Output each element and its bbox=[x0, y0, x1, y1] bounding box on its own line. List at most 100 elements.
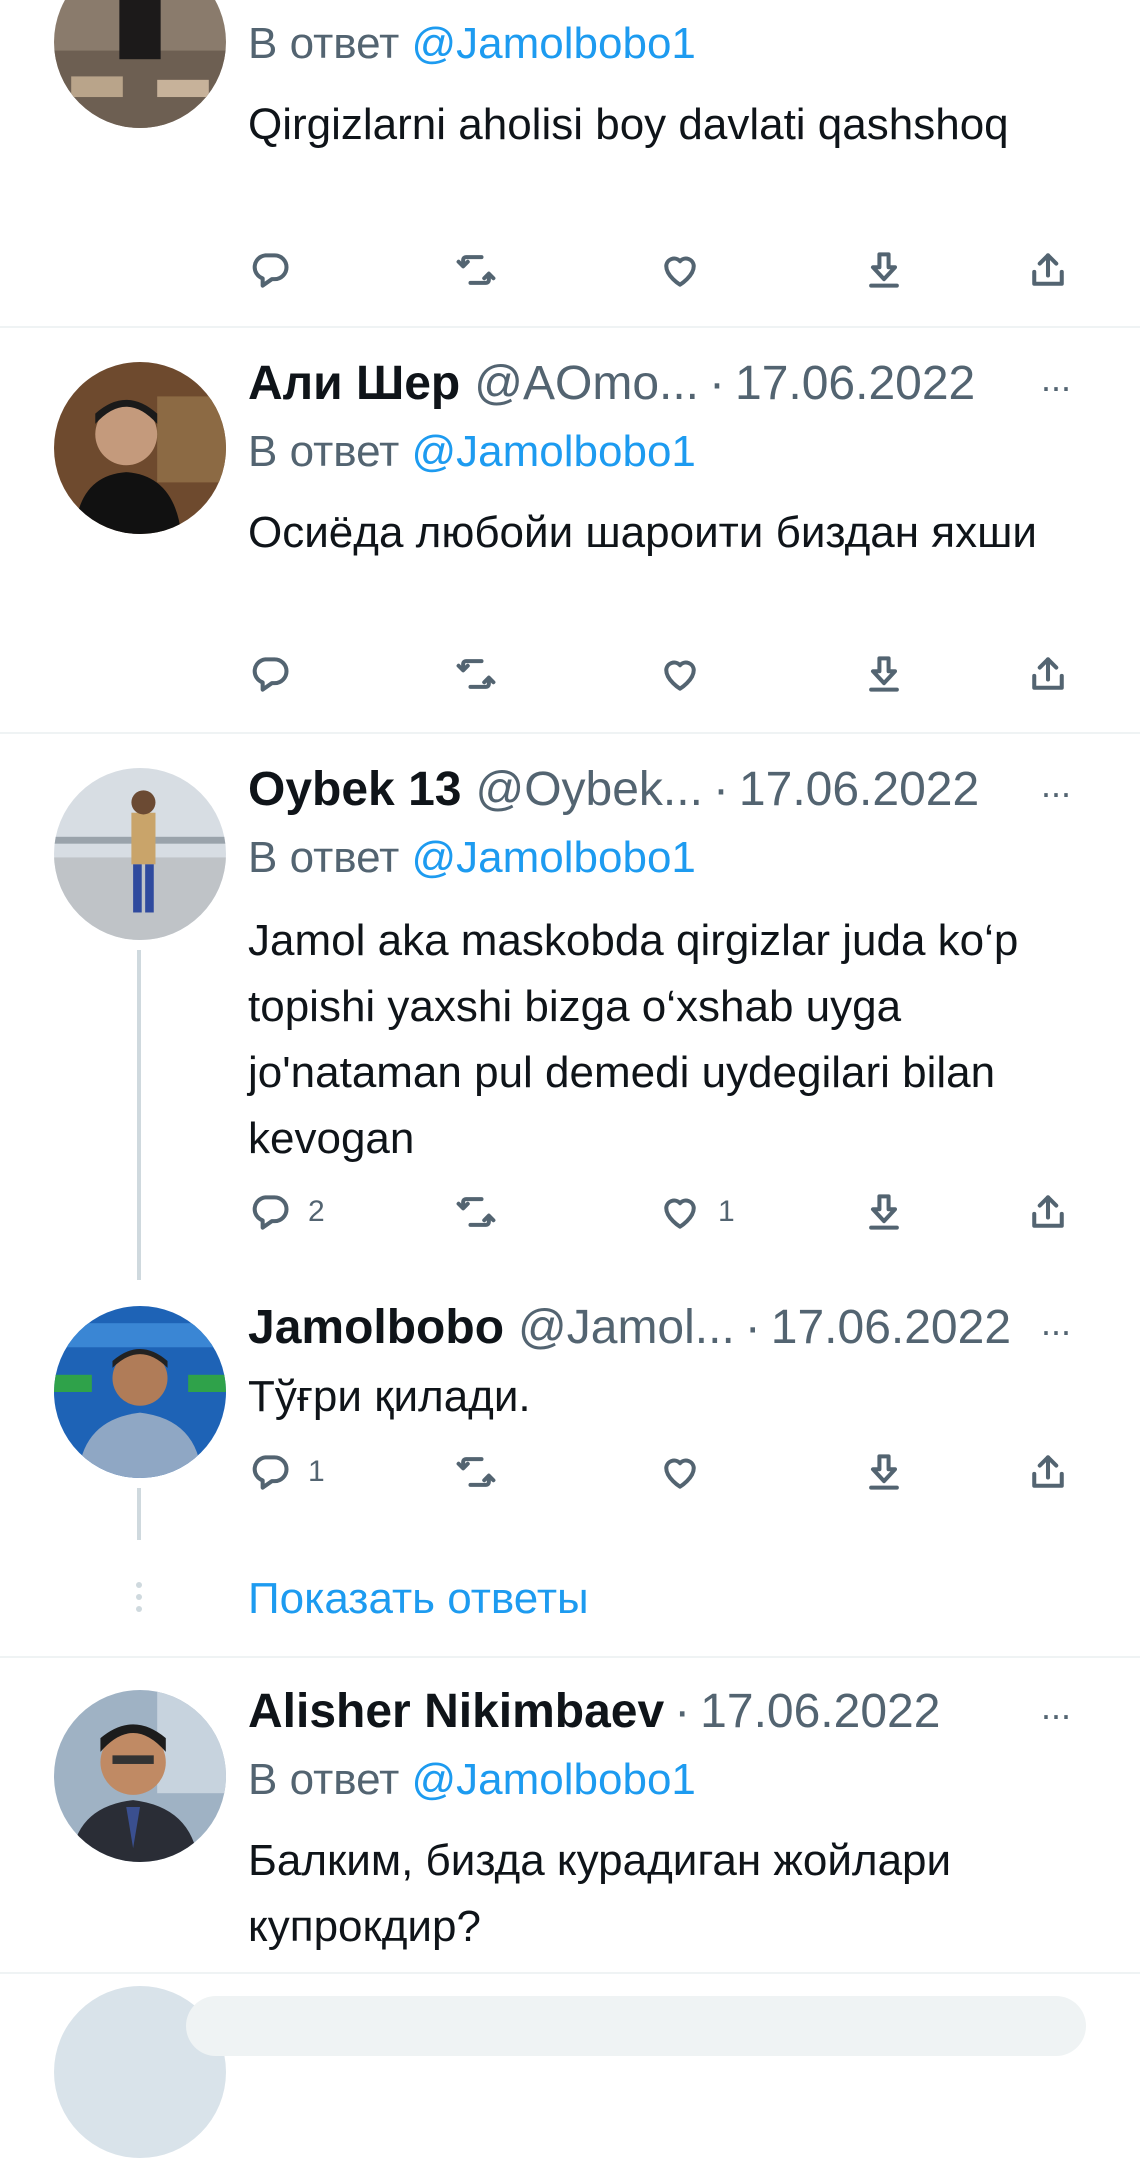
reply-context: В ответ @Jamolbobo1 bbox=[248, 430, 696, 474]
reply-count: 2 bbox=[308, 1195, 325, 1228]
share-icon bbox=[1026, 248, 1070, 292]
reply-button[interactable]: 1 bbox=[248, 1450, 325, 1494]
like-button[interactable] bbox=[658, 1450, 702, 1494]
retweet-button[interactable] bbox=[454, 1450, 498, 1494]
reply-icon bbox=[248, 1190, 292, 1234]
reply-button[interactable] bbox=[248, 652, 308, 696]
reply-button[interactable] bbox=[248, 248, 308, 292]
separator: · bbox=[712, 763, 729, 816]
reply-button[interactable]: 2 bbox=[248, 1190, 325, 1234]
author-name[interactable]: Али Шер bbox=[248, 360, 460, 408]
retweet-icon bbox=[454, 652, 498, 696]
tweet-text: Балким, бизда курадиган жойлари купрокди… bbox=[248, 1836, 952, 1951]
separator: · bbox=[709, 357, 725, 410]
like-icon bbox=[658, 652, 702, 696]
download-icon bbox=[862, 248, 906, 292]
reply-input[interactable] bbox=[186, 1996, 1086, 2056]
share-icon bbox=[1026, 1190, 1070, 1234]
reply-context: В ответ @Jamolbobo1 bbox=[248, 22, 696, 66]
like-icon bbox=[658, 1190, 702, 1234]
retweet-button[interactable] bbox=[454, 652, 498, 696]
reply-count: 1 bbox=[308, 1455, 325, 1488]
retweet-button[interactable] bbox=[454, 248, 498, 292]
download-icon bbox=[862, 1450, 906, 1494]
reply-mention[interactable]: @Jamolbobo1 bbox=[412, 427, 696, 476]
tweet-actions bbox=[248, 248, 1078, 298]
thread-line bbox=[137, 950, 141, 1280]
more-icon[interactable]: ··· bbox=[1040, 772, 1072, 814]
like-icon bbox=[658, 1450, 702, 1494]
share-icon bbox=[1026, 1450, 1070, 1494]
like-button[interactable]: 1 bbox=[658, 1190, 735, 1234]
reply-mention[interactable]: @Jamolbobo1 bbox=[412, 833, 696, 882]
retweet-icon bbox=[454, 1190, 498, 1234]
download-icon bbox=[862, 1190, 906, 1234]
author-handle[interactable]: @AOmo... bbox=[474, 360, 699, 408]
download-button[interactable] bbox=[862, 1190, 906, 1234]
thread-ellipsis-icon bbox=[134, 1582, 144, 1618]
download-button[interactable] bbox=[862, 1450, 906, 1494]
reply-icon bbox=[248, 248, 292, 292]
retweet-icon bbox=[454, 248, 498, 292]
more-icon[interactable]: ··· bbox=[1040, 366, 1072, 408]
like-count: 1 bbox=[718, 1195, 735, 1228]
avatar[interactable] bbox=[54, 1306, 226, 1478]
author-name[interactable]: Oybek 13 bbox=[248, 766, 461, 814]
share-button[interactable] bbox=[1026, 248, 1070, 292]
reply-mention[interactable]: @Jamolbobo1 bbox=[412, 1755, 696, 1804]
tweet-header: Jamolbobo @Jamol... · 17.06.2022 bbox=[248, 1304, 1011, 1352]
show-replies-link[interactable]: Показать ответы bbox=[248, 1574, 589, 1624]
tweet-date[interactable]: 17.06.2022 bbox=[771, 1304, 1011, 1352]
more-icon[interactable]: ··· bbox=[1040, 1310, 1072, 1352]
avatar[interactable] bbox=[54, 768, 226, 940]
tweet-text: Осиёда любойи шароити биздан яхши bbox=[248, 508, 1037, 557]
thread-line bbox=[137, 1488, 141, 1540]
share-button[interactable] bbox=[1026, 1450, 1070, 1494]
reply-icon bbox=[248, 1450, 292, 1494]
tweet-header: Alisher Nikimbaev · 17.06.2022 bbox=[248, 1688, 940, 1736]
avatar[interactable] bbox=[54, 1690, 226, 1862]
reply-mention[interactable]: @Jamolbobo1 bbox=[412, 19, 696, 68]
like-icon bbox=[658, 248, 702, 292]
reply-prefix: В ответ bbox=[248, 1755, 400, 1804]
tweet-date[interactable]: 17.06.2022 bbox=[700, 1688, 940, 1736]
avatar[interactable] bbox=[54, 0, 226, 128]
tweet-actions: 1 bbox=[248, 1450, 1078, 1500]
divider bbox=[0, 1972, 1140, 1974]
separator: · bbox=[674, 1685, 691, 1738]
download-button[interactable] bbox=[862, 248, 906, 292]
separator: · bbox=[744, 1301, 761, 1354]
tweet-text: Тўғри қилади. bbox=[248, 1372, 531, 1421]
share-button[interactable] bbox=[1026, 1190, 1070, 1234]
divider bbox=[0, 326, 1140, 328]
avatar[interactable] bbox=[54, 362, 226, 534]
reply-context: В ответ @Jamolbobo1 bbox=[248, 1758, 696, 1802]
more-icon[interactable]: ··· bbox=[1040, 1694, 1072, 1736]
like-button[interactable] bbox=[658, 248, 702, 292]
retweet-icon bbox=[454, 1450, 498, 1494]
tweet-text: Qirgizlarni aholisi boy davlati qashshoq bbox=[248, 100, 1009, 149]
tweet-actions: 2 1 bbox=[248, 1190, 1078, 1240]
reply-context: В ответ @Jamolbobo1 bbox=[248, 836, 696, 880]
tweet-date[interactable]: 17.06.2022 bbox=[739, 766, 979, 814]
reply-prefix: В ответ bbox=[248, 427, 400, 476]
author-handle[interactable]: @Jamol... bbox=[518, 1304, 735, 1352]
author-handle[interactable]: @Oybek... bbox=[475, 766, 702, 814]
reply-prefix: В ответ bbox=[248, 833, 400, 882]
reply-icon bbox=[248, 652, 292, 696]
author-name[interactable]: Jamolbobo bbox=[248, 1304, 504, 1352]
share-button[interactable] bbox=[1026, 652, 1070, 696]
reply-prefix: В ответ bbox=[248, 19, 400, 68]
divider bbox=[0, 1656, 1140, 1658]
download-button[interactable] bbox=[862, 652, 906, 696]
like-button[interactable] bbox=[658, 652, 702, 696]
author-name[interactable]: Alisher Nikimbaev bbox=[248, 1688, 664, 1736]
tweet-actions bbox=[248, 652, 1078, 702]
retweet-button[interactable] bbox=[454, 1190, 498, 1234]
tweet-text: Jamol aka maskobda qirgizlar juda ko‘p t… bbox=[248, 916, 1019, 1163]
divider bbox=[0, 732, 1140, 734]
tweet-date[interactable]: 17.06.2022 bbox=[735, 360, 975, 408]
tweet-header: Али Шер @AOmo... · 17.06.2022 bbox=[248, 360, 975, 408]
download-icon bbox=[862, 652, 906, 696]
tweet-header: Oybek 13 @Oybek... · 17.06.2022 bbox=[248, 766, 979, 814]
